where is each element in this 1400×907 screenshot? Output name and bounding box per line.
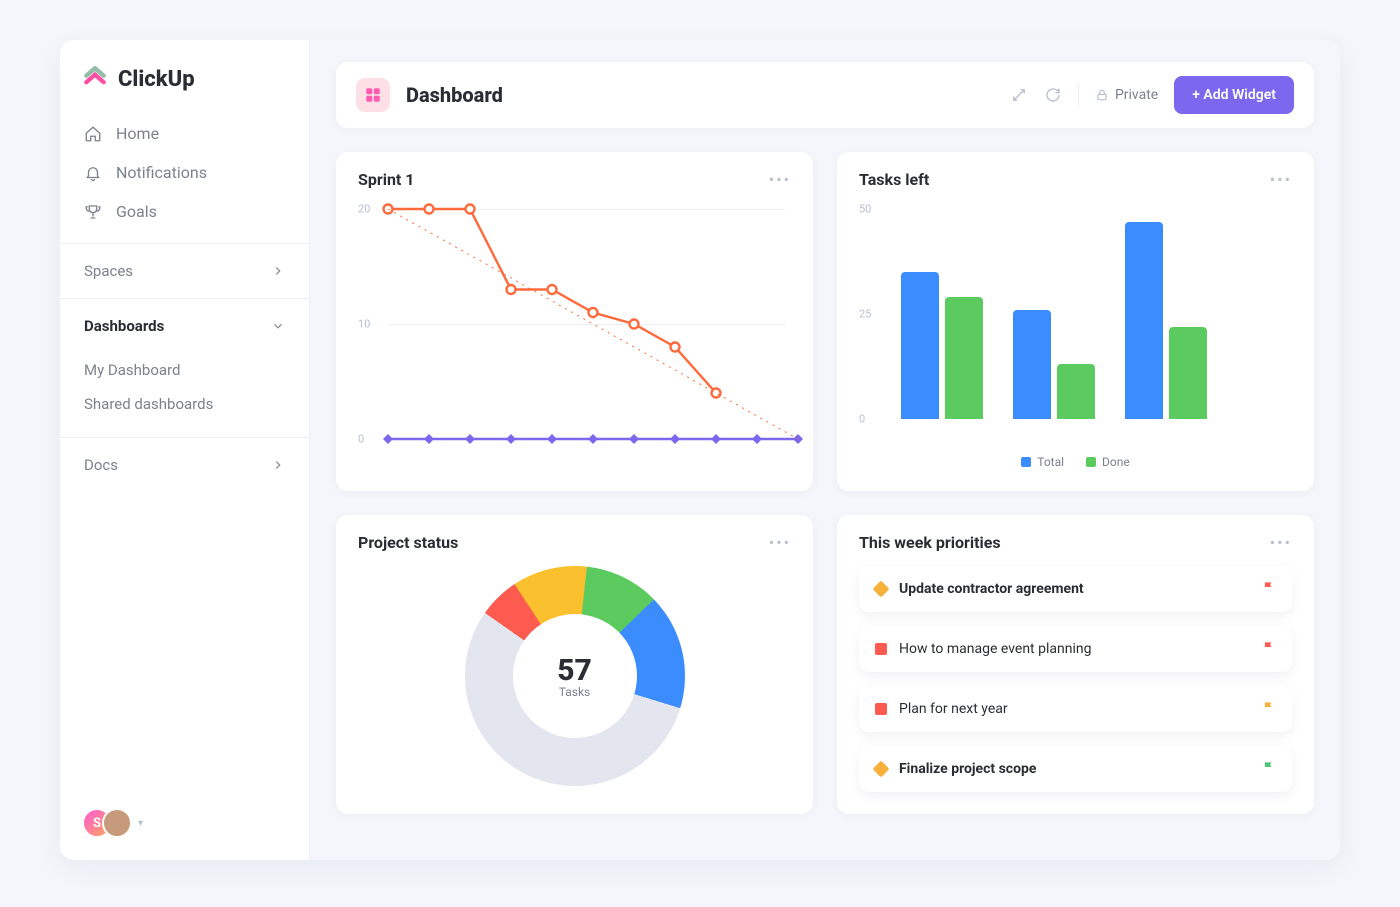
nav-primary: Home Notifications Goals: [60, 110, 309, 243]
dashboard-icon-badge: [356, 78, 390, 112]
subnav-shared-dashboards[interactable]: Shared dashboards: [84, 387, 285, 421]
axis-tick: 0: [358, 433, 364, 446]
card-menu-icon[interactable]: •••: [1270, 533, 1292, 552]
bar: [945, 297, 983, 419]
legend-total: Total: [1037, 455, 1064, 469]
flag-icon: [1262, 640, 1276, 658]
flag-icon: [1262, 580, 1276, 598]
section-head-docs[interactable]: Docs: [60, 438, 309, 492]
card-menu-icon[interactable]: •••: [769, 170, 791, 189]
bar-group: [1125, 222, 1207, 419]
section-label: Docs: [84, 456, 118, 474]
chevron-right-icon: [271, 458, 285, 472]
donut-count: 57: [557, 653, 592, 688]
avatar-stack[interactable]: S ▾: [60, 786, 309, 860]
page-title: Dashboard: [406, 83, 503, 107]
brand: ClickUp: [60, 40, 309, 110]
section-spaces: Spaces: [60, 243, 309, 298]
donut-center: 57 Tasks: [513, 614, 637, 738]
bell-icon: [84, 164, 102, 182]
divider: [1078, 84, 1079, 106]
priority-label: Finalize project scope: [899, 761, 1036, 777]
widget-priorities: This week priorities ••• Update contract…: [837, 515, 1314, 814]
section-docs: Docs: [60, 437, 309, 492]
card-menu-icon[interactable]: •••: [1270, 170, 1292, 189]
lock-icon: [1095, 88, 1109, 102]
chevron-down-icon: [271, 319, 285, 333]
axis-tick: 50: [859, 203, 871, 216]
bar: [1125, 222, 1163, 419]
nav-label: Goals: [116, 202, 157, 221]
main: Dashboard Private + Add Widget Sprint 1 …: [310, 40, 1340, 860]
card-title: This week priorities: [859, 533, 1001, 552]
nav-label: Notifications: [116, 163, 207, 182]
card-title: Tasks left: [859, 170, 929, 189]
nav-notifications[interactable]: Notifications: [70, 153, 299, 192]
flag-icon: [1262, 700, 1276, 718]
priority-item[interactable]: Update contractor agreement: [859, 566, 1292, 612]
tasks-left-chart: 0 25 50: [859, 203, 1292, 443]
home-icon: [84, 125, 102, 143]
avatar: [102, 808, 132, 838]
widget-grid: Sprint 1 ••• 0 10 20 Tasks left ••• 0 25 50 …: [336, 152, 1314, 814]
card-menu-icon[interactable]: •••: [769, 533, 791, 552]
trophy-icon: [84, 203, 102, 221]
nav-home[interactable]: Home: [70, 114, 299, 153]
section-head-dashboards[interactable]: Dashboards: [60, 299, 309, 353]
priority-item[interactable]: Plan for next year: [859, 686, 1292, 732]
donut-chart: 57 Tasks: [358, 566, 791, 786]
priority-marker-icon: [875, 643, 887, 655]
grid-icon: [364, 86, 382, 104]
refresh-icon[interactable]: [1044, 86, 1062, 104]
brand-logo-icon: [82, 66, 108, 92]
widget-project-status: Project status ••• 57 Tasks: [336, 515, 813, 814]
bar: [1169, 327, 1207, 419]
sidebar: ClickUp Home Notifications Goals Spaces: [60, 40, 310, 860]
privacy-label: Private: [1115, 87, 1158, 103]
priority-marker-icon: [873, 581, 890, 598]
priority-item[interactable]: How to manage event planning: [859, 626, 1292, 672]
expand-icon[interactable]: [1010, 86, 1028, 104]
nav-goals[interactable]: Goals: [70, 192, 299, 231]
section-label: Spaces: [84, 262, 133, 280]
priority-item[interactable]: Finalize project scope: [859, 746, 1292, 792]
priority-marker-icon: [875, 703, 887, 715]
axis-tick: 20: [358, 203, 370, 216]
priority-marker-icon: [873, 761, 890, 778]
widget-tasks-left: Tasks left ••• 0 25 50 Total Done: [837, 152, 1314, 491]
privacy-indicator[interactable]: Private: [1095, 87, 1158, 103]
widget-sprint: Sprint 1 ••• 0 10 20: [336, 152, 813, 491]
caret-down-icon[interactable]: ▾: [138, 818, 143, 829]
nav-label: Home: [116, 124, 159, 143]
add-widget-button[interactable]: + Add Widget: [1174, 76, 1294, 114]
axis-tick: 10: [358, 318, 370, 331]
subnav-my-dashboard[interactable]: My Dashboard: [84, 353, 285, 387]
legend-done: Done: [1102, 455, 1130, 469]
bar-group: [901, 272, 983, 419]
axis-tick: 25: [859, 308, 871, 321]
flag-icon: [1262, 760, 1276, 778]
priority-label: How to manage event planning: [899, 641, 1091, 657]
brand-name: ClickUp: [118, 67, 195, 92]
donut-label: Tasks: [559, 685, 591, 699]
priority-label: Plan for next year: [899, 701, 1008, 717]
sprint-chart: 0 10 20: [358, 203, 791, 443]
section-dashboards: Dashboards My Dashboard Shared dashboard…: [60, 298, 309, 437]
bar: [901, 272, 939, 419]
bar: [1057, 364, 1095, 419]
bars-legend: Total Done: [859, 455, 1292, 469]
bar: [1013, 310, 1051, 419]
bar-group: [1013, 310, 1095, 419]
app-shell: ClickUp Home Notifications Goals Spaces: [60, 40, 1340, 860]
card-title: Project status: [358, 533, 458, 552]
section-head-spaces[interactable]: Spaces: [60, 244, 309, 298]
priorities-list: Update contractor agreement How to manage…: [859, 566, 1292, 792]
topbar: Dashboard Private + Add Widget: [336, 62, 1314, 128]
section-label: Dashboards: [84, 317, 164, 335]
priority-label: Update contractor agreement: [899, 581, 1084, 597]
dashboards-submenu: My Dashboard Shared dashboards: [60, 353, 309, 437]
chevron-right-icon: [271, 264, 285, 278]
card-title: Sprint 1: [358, 170, 414, 189]
axis-tick: 0: [859, 413, 865, 426]
